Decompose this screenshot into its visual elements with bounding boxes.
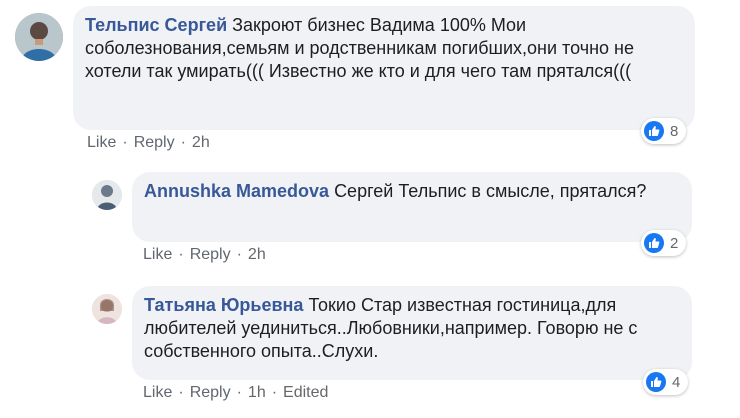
- reply-link[interactable]: Reply: [134, 134, 175, 152]
- separator-dot: ·: [236, 246, 242, 263]
- comment-text: Сергей Тельпис в смысле, прятался?: [334, 181, 647, 201]
- like-link[interactable]: Like: [143, 246, 172, 264]
- comment-actions: Like · Reply · 2h: [143, 246, 266, 264]
- like-link[interactable]: Like: [87, 134, 116, 152]
- separator-dot: ·: [178, 246, 184, 263]
- comment-author[interactable]: Татьяна Юрьевна: [144, 295, 303, 315]
- comment-bubble: Тельпис Сергей Закроют бизнес Вадима 100…: [73, 6, 695, 130]
- separator-dot: ·: [122, 134, 128, 151]
- reply-link[interactable]: Reply: [190, 384, 231, 402]
- reply-link[interactable]: Reply: [190, 246, 231, 264]
- avatar[interactable]: [92, 294, 122, 324]
- reaction-count[interactable]: 2: [641, 230, 687, 256]
- separator-dot: ·: [178, 384, 184, 401]
- avatar[interactable]: [92, 180, 122, 210]
- comment-1: Тельпис Сергей Закроют бизнес Вадима 100…: [0, 0, 740, 160]
- separator-dot: ·: [236, 384, 242, 401]
- like-reaction-icon: [644, 233, 664, 253]
- reply-comment-2: Татьяна Юрьевна Токио Стар известная гос…: [0, 280, 740, 418]
- timestamp[interactable]: 2h: [192, 134, 210, 152]
- reaction-count-value: 8: [670, 122, 679, 140]
- comment-bubble: Annushka Mamedova Сергей Тельпис в смысл…: [132, 172, 692, 242]
- reaction-count[interactable]: 8: [641, 118, 687, 144]
- avatar[interactable]: [15, 13, 63, 61]
- reply-comment-1: Annushka Mamedova Сергей Тельпис в смысл…: [0, 160, 740, 280]
- timestamp[interactable]: 2h: [248, 246, 266, 264]
- reaction-count-value: 4: [672, 373, 681, 391]
- comment-actions: Like · Reply · 2h: [87, 134, 210, 152]
- separator-dot: ·: [271, 384, 278, 401]
- comment-author[interactable]: Тельпис Сергей: [85, 15, 227, 35]
- comment-author[interactable]: Annushka Mamedova: [144, 181, 329, 201]
- like-reaction-icon: [646, 372, 666, 392]
- like-reaction-icon: [644, 121, 664, 141]
- timestamp[interactable]: 1h: [248, 384, 266, 402]
- reaction-count[interactable]: 4: [643, 369, 689, 395]
- edited-label[interactable]: Edited: [283, 384, 328, 402]
- like-link[interactable]: Like: [143, 384, 172, 402]
- reaction-count-value: 2: [670, 234, 679, 252]
- separator-dot: ·: [180, 134, 186, 151]
- comment-actions: Like · Reply · 1h · Edited: [143, 384, 328, 402]
- comment-bubble: Татьяна Юрьевна Токио Стар известная гос…: [132, 286, 692, 380]
